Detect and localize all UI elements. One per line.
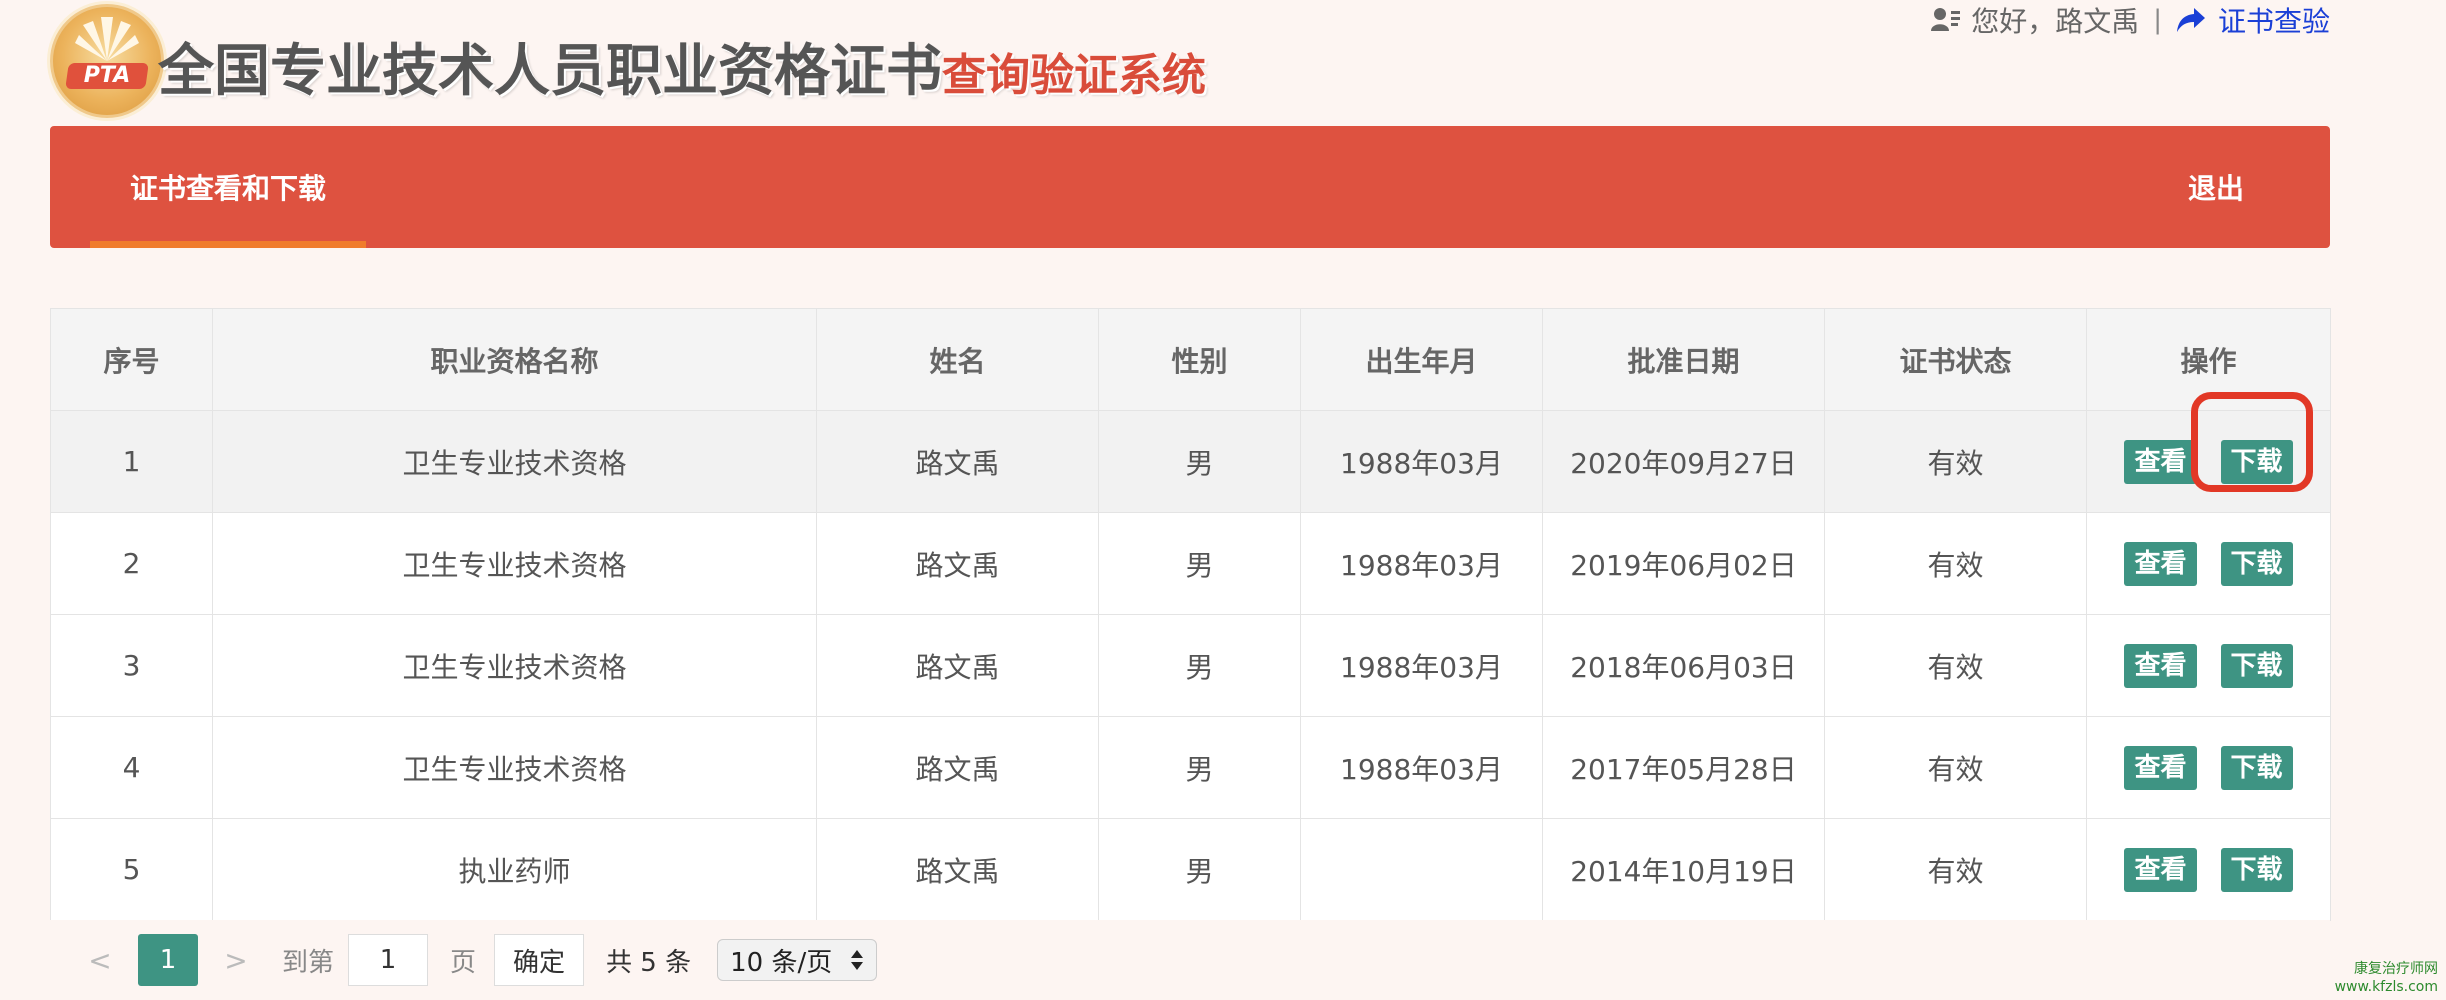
prev-page-button[interactable]: < — [80, 944, 120, 977]
certificate-verify-link[interactable]: 证书查验 — [2176, 0, 2330, 40]
col-header-birth: 出生年月 — [1300, 308, 1543, 411]
verify-link-label: 证书查验 — [2217, 5, 2330, 38]
next-page-button[interactable]: > — [216, 944, 256, 977]
cell-status: 有效 — [1824, 410, 2087, 513]
goto-label: 到第 — [282, 947, 335, 978]
separator: | — [2153, 5, 2162, 35]
cell-actions: 查看 下载 — [2086, 818, 2331, 921]
confirm-button[interactable]: 确定 — [494, 934, 585, 986]
cell-gender: 男 — [1098, 614, 1301, 717]
certificate-table: 序号 职业资格名称 姓名 性别 出生年月 批准日期 证书状态 操作 1 卫生专业… — [50, 308, 2331, 921]
table-row: 1 卫生专业技术资格 路文禹 男 1988年03月 2020年09月27日 有效… — [50, 391, 2331, 513]
col-header-no: 序号 — [50, 308, 213, 411]
view-button[interactable]: 查看 — [2124, 541, 2197, 586]
cell-approved-date: 2020年09月27日 — [1542, 410, 1825, 513]
cell-actions: 查看 下载 — [2086, 512, 2331, 615]
view-button[interactable]: 查看 — [2124, 847, 2197, 892]
download-button[interactable]: 下载 — [2220, 643, 2293, 688]
table-header-row: 序号 职业资格名称 姓名 性别 出生年月 批准日期 证书状态 操作 — [50, 308, 2331, 411]
cell-status: 有效 — [1824, 614, 2087, 717]
cell-no: 2 — [50, 512, 213, 615]
table-row: 5 执业药师 路文禹 男 2014年10月19日 有效 查看 下载 — [50, 818, 2331, 921]
cell-gender: 男 — [1098, 716, 1301, 819]
page-unit-label: 页 — [450, 947, 477, 978]
cell-no: 5 — [50, 818, 213, 921]
sunburst-icon — [75, 17, 139, 61]
page-size-value: 10 条/页 — [730, 947, 833, 978]
download-button[interactable]: 下载 — [2220, 847, 2293, 892]
cell-approved-date: 2017年05月28日 — [1542, 716, 1825, 819]
cell-name: 路文禹 — [816, 716, 1099, 819]
col-header-name: 姓名 — [816, 308, 1099, 411]
col-header-gender: 性别 — [1098, 308, 1301, 411]
cell-gender: 男 — [1098, 818, 1301, 921]
cell-birth: 1988年03月 — [1300, 512, 1543, 615]
cell-no: 3 — [50, 614, 213, 717]
user-greeting: 您好，路文禹 — [1931, 0, 2139, 40]
site-title: 全国专业技术人员职业资格证书查询验证系统 — [158, 26, 1206, 107]
greeting-text: 您好，路文禹 — [1971, 5, 2140, 38]
cell-actions: 查看 下载 — [2086, 716, 2331, 819]
cell-name: 路文禹 — [816, 410, 1099, 513]
cell-approved-date: 2014年10月19日 — [1542, 818, 1825, 921]
col-header-approved-date: 批准日期 — [1542, 308, 1825, 411]
cell-birth: 1988年03月 — [1300, 614, 1543, 717]
select-updown-icon — [851, 950, 864, 970]
tab-certificate-view-download[interactable]: 证书查看和下载 — [90, 126, 366, 248]
cell-qualification: 卫生专业技术资格 — [212, 410, 817, 513]
active-tab-indicator — [90, 241, 366, 248]
cell-qualification: 卫生专业技术资格 — [212, 512, 817, 615]
pagination: < 1 > 到第 页 确定 共 5 条 10 条/页 — [50, 920, 2330, 1000]
table-row: 2 卫生专业技术资格 路文禹 男 1988年03月 2019年06月02日 有效… — [50, 512, 2331, 615]
col-header-qualification: 职业资格名称 — [212, 308, 817, 411]
logo-text: PTA — [83, 63, 131, 88]
cell-actions: 查看 下载 — [2086, 614, 2331, 717]
table-row: 4 卫生专业技术资格 路文禹 男 1988年03月 2017年05月28日 有效… — [50, 716, 2331, 819]
site-title-sub: 查询验证系统 — [942, 50, 1206, 101]
watermark-line2: www.kfzls.com — [2334, 979, 2438, 995]
watermark: 康复治疗师网 www.kfzls.com — [2335, 960, 2438, 996]
cell-birth: 1988年03月 — [1300, 716, 1543, 819]
logout-button[interactable]: 退出 — [2188, 126, 2244, 248]
pta-logo: PTA — [50, 4, 164, 118]
cell-no: 1 — [50, 410, 213, 513]
user-card-icon — [1931, 8, 1961, 31]
view-button[interactable]: 查看 — [2124, 643, 2197, 688]
share-arrow-icon — [2176, 8, 2205, 32]
download-button[interactable]: 下载 — [2220, 439, 2293, 484]
cell-status: 有效 — [1824, 818, 2087, 921]
cell-approved-date: 2018年06月03日 — [1542, 614, 1825, 717]
cell-name: 路文禹 — [816, 818, 1099, 921]
user-bar: 您好，路文禹 | 证书查验 — [1931, 0, 2330, 40]
main-nav: 证书查看和下载 退出 — [50, 126, 2330, 248]
download-highlight-wrap: 下载 — [2190, 391, 2313, 492]
cell-approved-date: 2019年06月02日 — [1542, 512, 1825, 615]
goto-page-input[interactable] — [348, 934, 429, 986]
watermark-line1: 康复治疗师网 — [2354, 961, 2438, 977]
cell-birth: 1988年03月 — [1300, 410, 1543, 513]
cell-birth — [1300, 818, 1543, 921]
download-button[interactable]: 下载 — [2220, 745, 2293, 790]
page-size-select[interactable]: 10 条/页 — [717, 939, 878, 981]
col-header-status: 证书状态 — [1824, 308, 2087, 411]
cell-name: 路文禹 — [816, 512, 1099, 615]
view-button[interactable]: 查看 — [2124, 439, 2197, 484]
table-row: 3 卫生专业技术资格 路文禹 男 1988年03月 2018年06月03日 有效… — [50, 614, 2331, 717]
site-title-main: 全国专业技术人员职业资格证书 — [158, 39, 942, 104]
cell-actions: 查看 下载 — [2086, 391, 2331, 513]
cell-qualification: 卫生专业技术资格 — [212, 614, 817, 717]
view-button[interactable]: 查看 — [2124, 745, 2197, 790]
download-button[interactable]: 下载 — [2220, 541, 2293, 586]
cell-name: 路文禹 — [816, 614, 1099, 717]
cell-no: 4 — [50, 716, 213, 819]
cell-qualification: 执业药师 — [212, 818, 817, 921]
page-number-current[interactable]: 1 — [138, 934, 198, 986]
cell-status: 有效 — [1824, 716, 2087, 819]
total-count: 共 5 条 — [606, 947, 692, 978]
cell-gender: 男 — [1098, 410, 1301, 513]
col-header-actions: 操作 — [2086, 308, 2331, 411]
cell-qualification: 卫生专业技术资格 — [212, 716, 817, 819]
cell-gender: 男 — [1098, 512, 1301, 615]
cell-status: 有效 — [1824, 512, 2087, 615]
